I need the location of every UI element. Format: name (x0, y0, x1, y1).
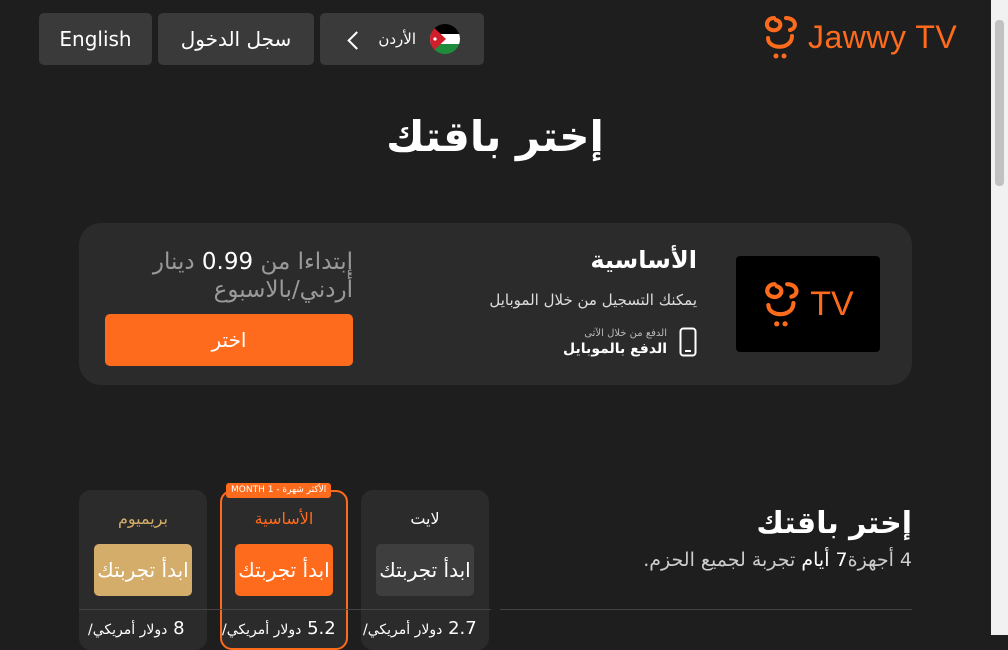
chevron-left-icon (347, 30, 366, 50)
choose-plan-button[interactable]: اختر (105, 314, 353, 366)
login-label: سجل الدخول (180, 27, 292, 51)
lite-price-value: 2.7 (448, 618, 477, 639)
premium-price: 8 دولار أمريكي/ (88, 618, 185, 639)
lite-trial-label: ابدأ تجربتك (379, 558, 471, 582)
price-prefix: إبتداءا من (260, 249, 353, 275)
divider (500, 609, 912, 610)
premium-name: بريميوم (118, 509, 168, 528)
basic-trial-label: ابدأ تجربتك (238, 558, 330, 582)
login-button[interactable]: سجل الدخول (158, 13, 314, 65)
price-currency: دينار (152, 249, 195, 275)
basic-name: الأساسية (254, 509, 314, 528)
lite-price: 2.7 دولار أمريكي/ (363, 618, 477, 639)
subtitle-days-number: 7 (835, 549, 848, 571)
compare-title: إختر باقتك (756, 506, 912, 541)
mobile-phone-icon (679, 327, 697, 357)
lite-trial-button[interactable]: ابدأ تجربتك (376, 544, 474, 596)
premium-price-unit: دولار أمريكي/ (88, 622, 168, 638)
plan-price: إبتداءا من 0.99 دينار أردني/بالاسبوع (133, 248, 353, 304)
language-button[interactable]: English (39, 13, 152, 65)
country-selector[interactable]: الأردن (320, 13, 484, 65)
price-value: 0.99 (201, 249, 254, 275)
payment-small-label: الدفع من خلال الآتى (584, 327, 667, 339)
columns-divider (79, 609, 491, 610)
brand-logo[interactable]: Jawwy TV (762, 14, 957, 60)
subtitle-trial: تجربة لجميع الحزم. (643, 549, 796, 571)
basic-price-value: 5.2 (307, 618, 336, 639)
payment-label: الدفع بالموبايل (563, 340, 667, 357)
payment-method: الدفع من خلال الآتى الدفع بالموبايل (563, 327, 697, 357)
lite-name: لايت (410, 509, 440, 528)
price-period: أردني/بالاسبوع (213, 277, 353, 303)
premium-price-value: 8 (173, 618, 185, 639)
popular-badge: MONTH 1 - الأكثر شهرة (226, 483, 332, 498)
scrollbar[interactable] (991, 0, 1008, 635)
subtitle-days: أيام (801, 549, 830, 571)
plan-image: TV (736, 256, 880, 352)
jordan-flag-icon (430, 24, 460, 54)
choose-label: اختر (211, 328, 247, 352)
tv-label: TV (810, 284, 854, 323)
language-label: English (59, 27, 132, 51)
plan-name: الأساسية (590, 246, 697, 274)
compare-subtitle: 4 أجهزة7 أيام تجربة لجميع الحزم. (643, 549, 912, 571)
premium-trial-button[interactable]: ابدأ تجربتك (94, 544, 192, 596)
jawwy-logo-icon (765, 16, 797, 59)
page-title: إختر باقتك (386, 112, 604, 161)
basic-price: 5.2 دولار أمريكي/ (222, 618, 336, 639)
scroll-thumb[interactable] (995, 20, 1004, 186)
jawwy-logo-icon (765, 282, 799, 327)
basic-trial-button[interactable]: ابدأ تجربتك (235, 544, 333, 596)
subtitle-devices: 4 أجهزة (847, 549, 912, 571)
premium-trial-label: ابدأ تجربتك (97, 558, 189, 582)
basic-price-unit: دولار أمريكي/ (222, 622, 302, 638)
lite-price-unit: دولار أمريكي/ (363, 622, 443, 638)
country-label: الأردن (378, 30, 416, 48)
plan-subtitle: يمكنك التسجيل من خلال الموبايل (489, 291, 697, 309)
brand-text: Jawwy TV (808, 18, 958, 55)
